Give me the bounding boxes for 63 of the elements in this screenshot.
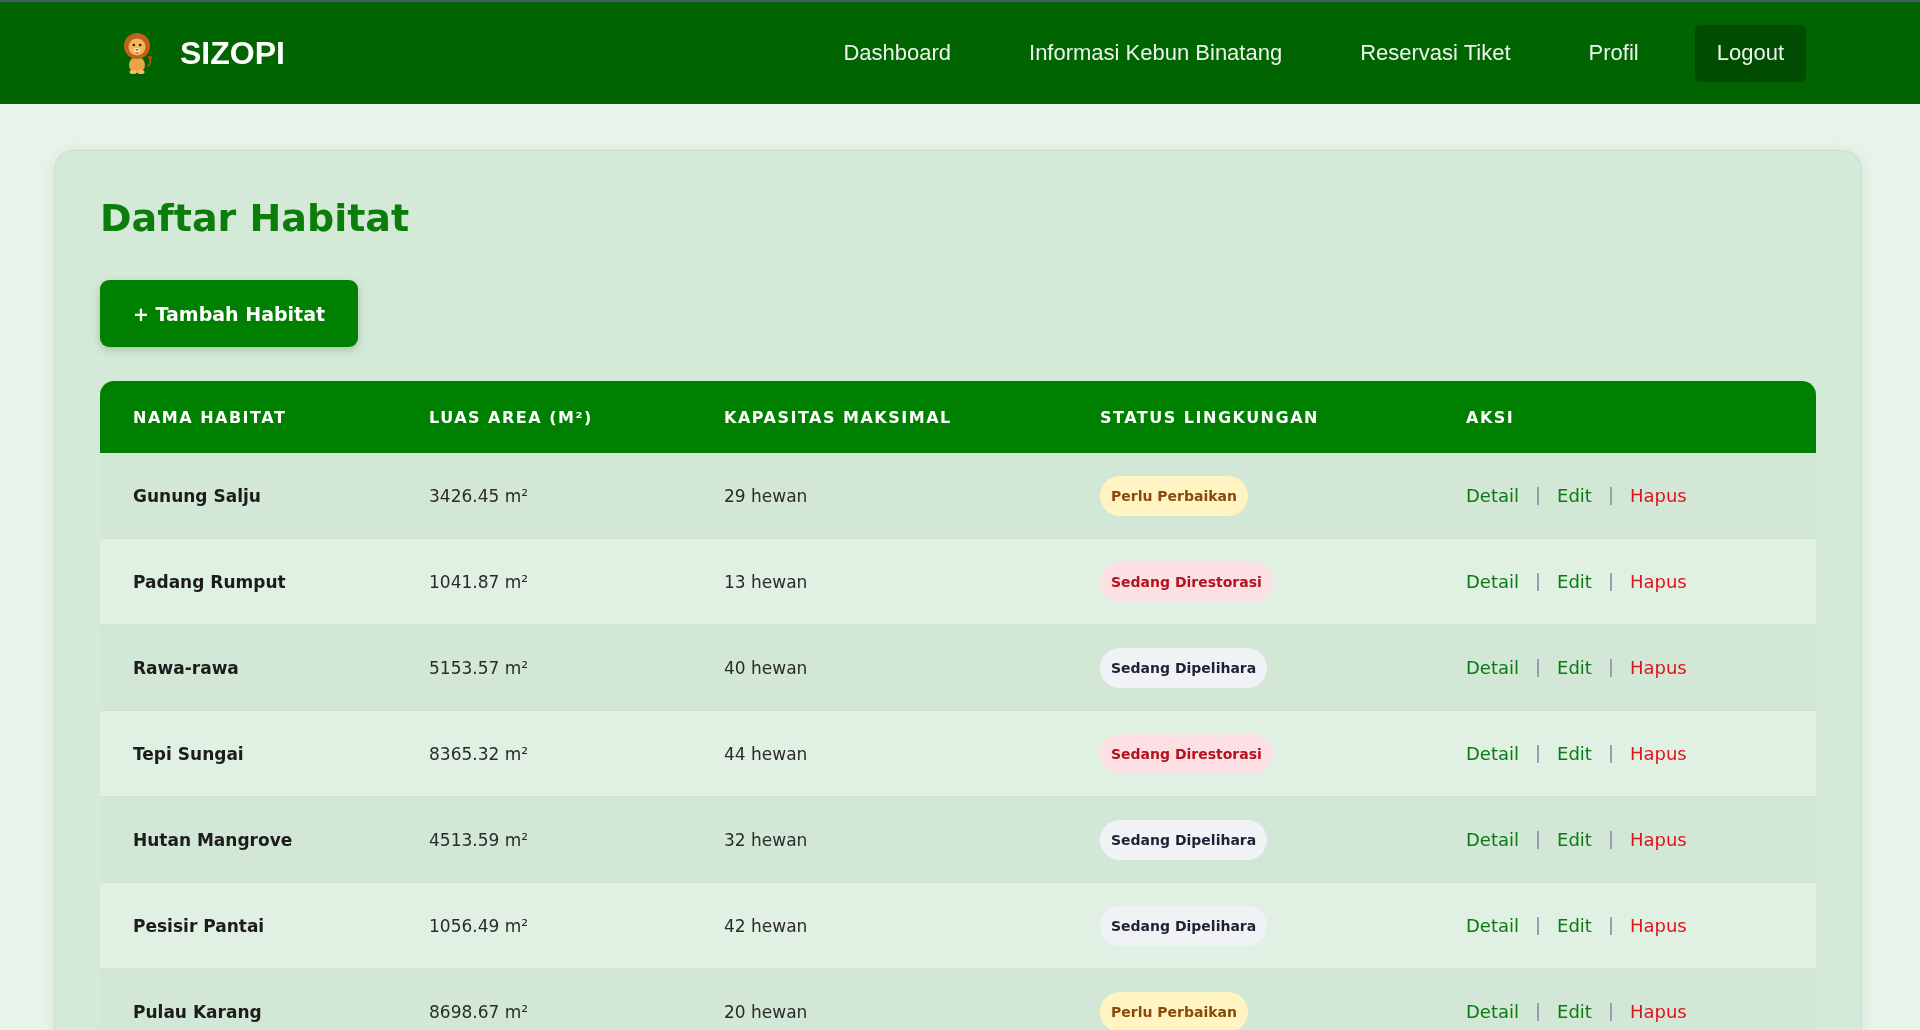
column-header: NAMA HABITAT: [133, 407, 287, 427]
table-cell: 40 hewan: [724, 657, 808, 678]
status-badge: Sedang Direstorasi: [1100, 561, 1273, 602]
add-habitat-button[interactable]: + Tambah Habitat: [100, 280, 359, 347]
table-cell: 20 hewan: [724, 1001, 808, 1022]
delete-link[interactable]: Hapus: [1629, 485, 1687, 506]
detail-link[interactable]: Detail: [1466, 829, 1520, 850]
edit-link[interactable]: Edit: [1557, 1001, 1592, 1022]
edit-link[interactable]: Edit: [1557, 571, 1592, 592]
table-cell: Pesisir Pantai: [133, 915, 265, 936]
edit-link[interactable]: Edit: [1557, 657, 1592, 678]
table-cell: 1041.87 m²: [429, 571, 529, 592]
table-cell: 13 hewan: [724, 571, 808, 592]
table-cell: Pulau Karang: [133, 1001, 262, 1022]
table-cell: 8365.32 m²: [429, 743, 529, 764]
table-cell: 44 hewan: [724, 743, 808, 764]
delete-link[interactable]: Hapus: [1629, 829, 1687, 850]
table-cell: 3426.45 m²: [429, 485, 529, 506]
logout-button[interactable]: Logout: [1694, 24, 1806, 82]
table-cell: Rawa-rawa: [133, 657, 239, 678]
page-title: Daftar Habitat: [100, 195, 410, 242]
nav-link[interactable]: Dashboard: [843, 40, 951, 66]
table-cell: 5153.57 m²: [429, 657, 529, 678]
detail-link[interactable]: Detail: [1466, 743, 1520, 764]
detail-link[interactable]: Detail: [1466, 485, 1520, 506]
detail-link[interactable]: Detail: [1466, 657, 1520, 678]
status-badge: Sedang Dipelihara: [1100, 905, 1268, 946]
delete-link[interactable]: Hapus: [1629, 743, 1687, 764]
table-cell: Hutan Mangrove: [133, 829, 293, 850]
table-cell: Gunung Salju: [133, 485, 261, 506]
nav-link[interactable]: Reservasi Tiket: [1360, 40, 1511, 66]
edit-link[interactable]: Edit: [1557, 829, 1592, 850]
delete-link[interactable]: Hapus: [1629, 657, 1687, 678]
detail-link[interactable]: Detail: [1466, 1001, 1520, 1022]
table-cell: 8698.67 m²: [429, 1001, 529, 1022]
table-cell: 42 hewan: [724, 915, 808, 936]
edit-link[interactable]: Edit: [1557, 915, 1592, 936]
detail-link[interactable]: Detail: [1466, 915, 1520, 936]
edit-link[interactable]: Edit: [1557, 743, 1592, 764]
status-badge: Sedang Direstorasi: [1100, 733, 1273, 774]
nav-link[interactable]: Informasi Kebun Binatang: [1029, 40, 1283, 66]
status-badge: Perlu Perbaikan: [1100, 475, 1248, 516]
table-cell: 29 hewan: [724, 485, 808, 506]
edit-link[interactable]: Edit: [1557, 485, 1592, 506]
brand-name: SIZOPI: [180, 34, 285, 72]
status-badge: Sedang Dipelihara: [1100, 819, 1268, 860]
column-header: LUAS AREA (M²): [429, 407, 593, 427]
table-cell: 32 hewan: [724, 829, 808, 850]
table-cell: Tepi Sungai: [133, 743, 244, 764]
column-header: KAPASITAS MAKSIMAL: [724, 407, 952, 427]
delete-link[interactable]: Hapus: [1629, 915, 1687, 936]
table-cell: 1056.49 m²: [429, 915, 529, 936]
table-cell: Padang Rumput: [133, 571, 286, 592]
lion-icon: [123, 32, 153, 74]
status-badge: Perlu Perbaikan: [1100, 991, 1248, 1030]
delete-link[interactable]: Hapus: [1629, 571, 1687, 592]
table-cell: 4513.59 m²: [429, 829, 529, 850]
column-header: AKSI: [1466, 407, 1515, 427]
column-header: STATUS LINGKUNGAN: [1100, 407, 1319, 427]
detail-link[interactable]: Detail: [1466, 571, 1520, 592]
nav-link[interactable]: Profil: [1588, 40, 1639, 66]
status-badge: Sedang Dipelihara: [1100, 647, 1268, 688]
delete-link[interactable]: Hapus: [1629, 1001, 1687, 1022]
